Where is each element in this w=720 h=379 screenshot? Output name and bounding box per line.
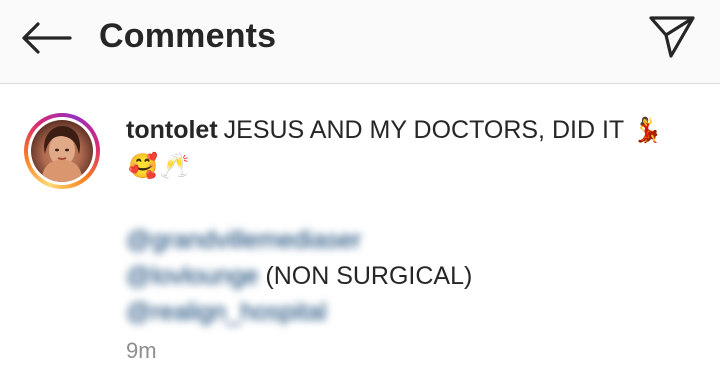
mention-line: @grandvillemediaser	[126, 222, 472, 258]
smiling-face-hearts-emoji: 🥰	[128, 152, 158, 180]
comment-username[interactable]: tontolet	[126, 116, 218, 144]
back-button[interactable]	[20, 16, 72, 60]
comment-text: JESUS AND MY DOCTORS, DID IT	[223, 116, 624, 144]
mention-link[interactable]: @grandvillemediaser	[126, 222, 361, 258]
mention-link[interactable]: @realign_hospital	[126, 294, 327, 330]
arrow-left-icon	[22, 22, 72, 54]
clinking-glasses-emoji: 🥂	[159, 152, 190, 180]
paper-plane-icon	[649, 16, 695, 58]
dancer-emoji: 💃	[632, 116, 663, 144]
share-button[interactable]	[644, 11, 700, 63]
mention-link[interactable]: @lovlounge	[126, 258, 258, 294]
page-title: Comments	[99, 17, 277, 55]
comment-timestamp: 9m	[126, 338, 157, 363]
avatar[interactable]	[24, 113, 100, 189]
comments-header: Comments	[0, 0, 720, 84]
comment-mentions: @grandvillemediaser @lovlounge (NON SURG…	[126, 222, 472, 330]
mention-line: @lovlounge (NON SURGICAL)	[126, 258, 472, 294]
mention-suffix: (NON SURGICAL)	[258, 262, 473, 290]
avatar-border	[28, 117, 96, 185]
mention-line: @realign_hospital	[126, 294, 472, 330]
comment-body: tontolet JESUS AND MY DOCTORS, DID IT 💃 🥰🥂	[126, 112, 686, 184]
profile-photo-icon	[41, 126, 83, 182]
avatar-image	[31, 120, 93, 182]
